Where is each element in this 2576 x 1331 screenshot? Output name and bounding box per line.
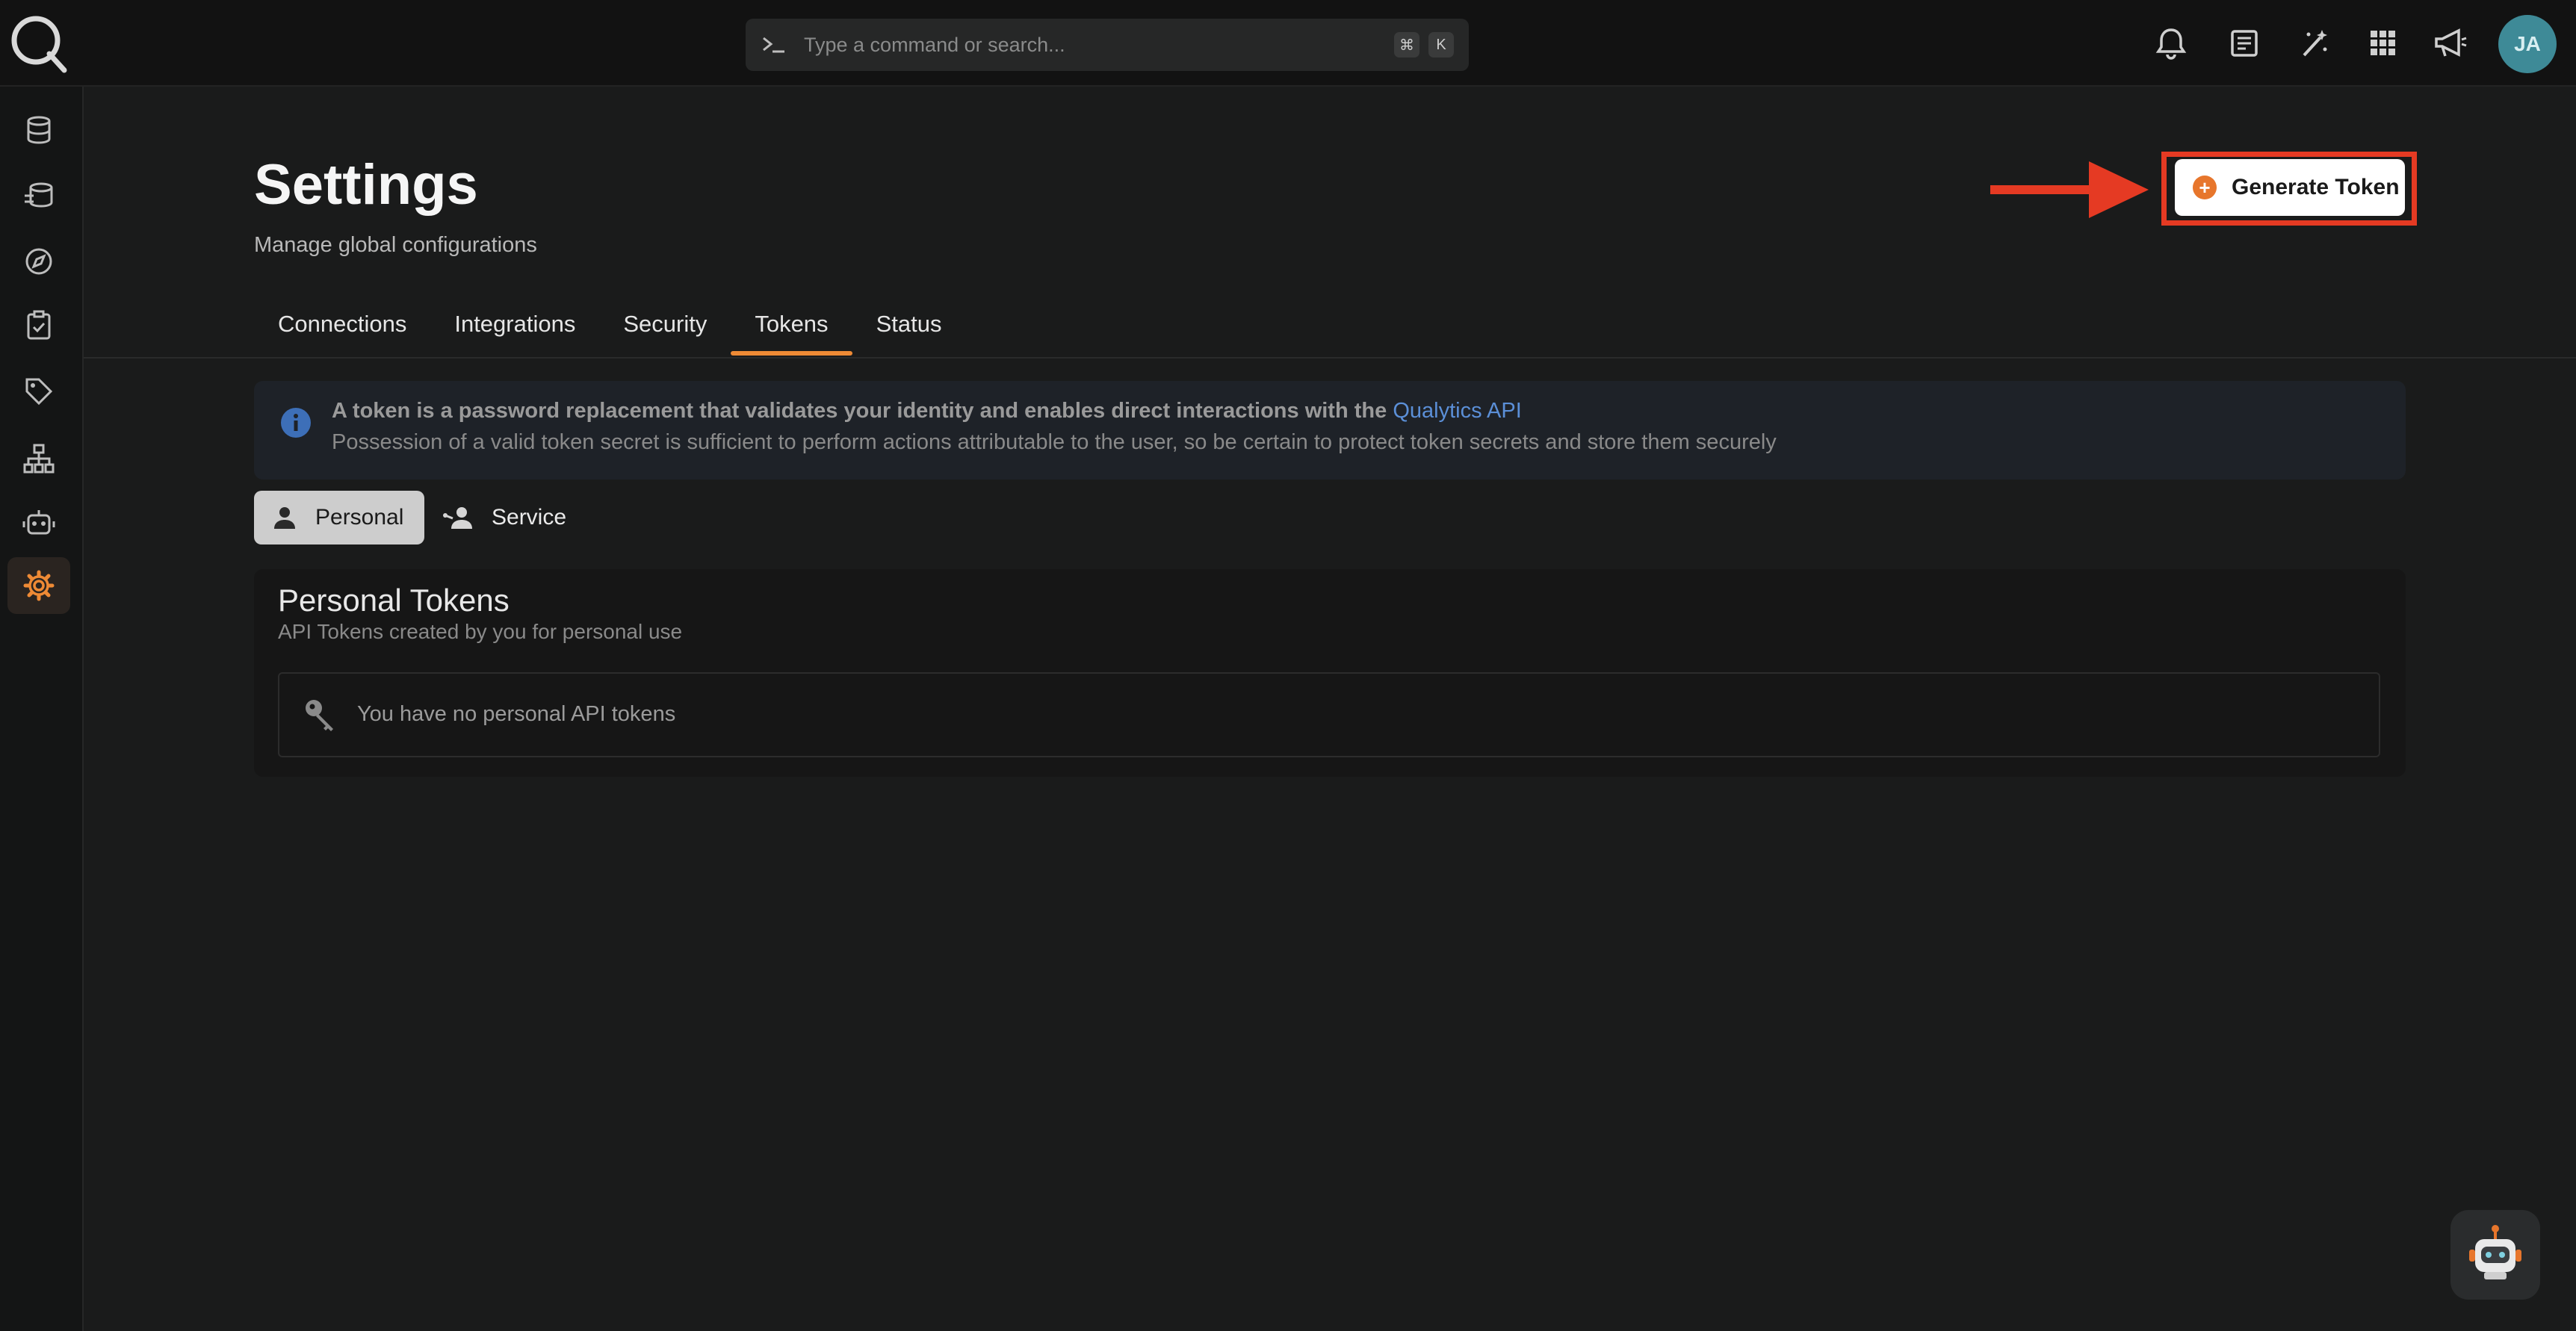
tab-status[interactable]: Status (852, 305, 966, 359)
empty-message: You have no personal API tokens (357, 702, 676, 726)
personal-tokens-card: Personal Tokens API Tokens created by yo… (254, 569, 2406, 777)
generate-token-label: Generate Token (2232, 175, 2400, 199)
annotation-arrow (1990, 161, 2149, 218)
generate-token-button[interactable]: + Generate Token (2175, 159, 2405, 216)
personal-tokens-subtitle: API Tokens created by you for personal u… (278, 620, 683, 643)
robot-assistant-icon (2469, 1225, 2521, 1279)
tag-icon (25, 378, 53, 406)
settings-tabs: Connections Integrations Security Tokens… (254, 305, 965, 359)
robot-icon (22, 510, 55, 535)
terminal-prompt-icon (763, 37, 784, 53)
assistant-bot-button[interactable] (2450, 1210, 2540, 1300)
shortcut-cmd-key: ⌘ (1394, 32, 1419, 58)
sidebar-item-settings[interactable] (7, 557, 70, 614)
magic-wand-icon[interactable] (2295, 24, 2334, 63)
database-icon (27, 116, 51, 144)
clipboard-check-icon (27, 310, 51, 340)
token-type-toggle: Personal Service (254, 491, 584, 544)
tab-security[interactable]: Security (599, 305, 731, 359)
sidebar-item-enrichment[interactable] (7, 167, 70, 224)
tab-tokens[interactable]: Tokens (731, 305, 852, 359)
shortcut-k-key: K (1428, 32, 1454, 58)
qualytics-api-link[interactable]: Qualytics API (1393, 399, 1521, 423)
service-label: Service (492, 505, 567, 530)
tab-integrations[interactable]: Integrations (430, 305, 599, 359)
info-line-1: A token is a password replacement that v… (332, 399, 1522, 424)
page-subtitle: Manage global configurations (254, 233, 537, 257)
gear-icon (23, 570, 55, 601)
tab-connections[interactable]: Connections (254, 305, 430, 359)
page-title: Settings (254, 153, 478, 217)
sidebar-item-datastores[interactable] (7, 102, 70, 158)
info-banner: A token is a password replacement that v… (254, 381, 2406, 480)
compass-icon (25, 248, 52, 275)
tabs-divider (84, 357, 2576, 359)
service-account-icon (443, 507, 472, 529)
personal-label: Personal (315, 505, 404, 530)
info-text: A token is a password replacement that v… (332, 399, 1387, 423)
info-icon (281, 408, 311, 438)
hierarchy-icon (23, 444, 55, 474)
key-icon (306, 700, 333, 731)
empty-state: You have no personal API tokens (278, 672, 2380, 757)
bell-icon[interactable] (2152, 24, 2190, 63)
sidebar-item-checks[interactable] (7, 297, 70, 354)
person-icon (274, 507, 295, 529)
top-bar: Type a command or search... ⌘ K JA (0, 0, 2576, 87)
personal-tokens-title: Personal Tokens (278, 583, 510, 618)
sidebar-item-tags[interactable] (7, 363, 70, 420)
user-avatar[interactable]: JA (2498, 15, 2557, 73)
service-tokens-toggle[interactable]: Service (424, 491, 584, 544)
sidebar-item-agents[interactable] (7, 494, 70, 551)
search-placeholder: Type a command or search... (804, 33, 1065, 56)
info-line-2: Possession of a valid token secret is su… (332, 430, 1777, 454)
document-icon[interactable] (2225, 24, 2264, 63)
command-search[interactable]: Type a command or search... ⌘ K (746, 19, 1469, 71)
app-logo[interactable] (6, 10, 69, 73)
apps-grid-icon[interactable] (2364, 24, 2403, 63)
sidebar (0, 87, 84, 1331)
personal-tokens-toggle[interactable]: Personal (254, 491, 424, 544)
megaphone-icon[interactable] (2431, 24, 2470, 63)
sidebar-item-explore[interactable] (7, 233, 70, 290)
sidebar-item-flows[interactable] (7, 430, 70, 487)
datastore-stack-icon (25, 182, 53, 208)
plus-circle-icon: + (2193, 176, 2217, 199)
